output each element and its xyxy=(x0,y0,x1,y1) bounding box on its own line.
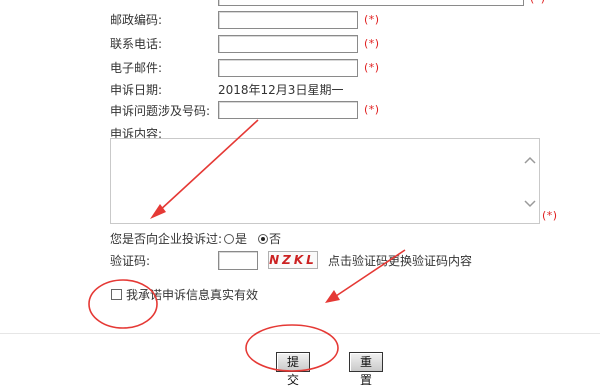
content-required-mark: (*) xyxy=(542,209,558,222)
address-field[interactable] xyxy=(218,0,524,6)
email-field[interactable] xyxy=(218,59,358,77)
phone-field[interactable] xyxy=(218,35,358,53)
reset-button[interactable]: 重 置 xyxy=(349,352,383,387)
date-value: 2018年12月3日星期一 xyxy=(218,83,344,97)
submit-button[interactable]: 提 交 xyxy=(276,352,310,387)
captcha-field[interactable] xyxy=(218,251,258,270)
postcode-label: 邮政编码: xyxy=(110,13,163,27)
pledge-checkbox[interactable] xyxy=(111,289,122,300)
captcha-hint: 点击验证码更换验证码内容 xyxy=(328,254,473,268)
annotation-arrowhead-captcha xyxy=(325,290,340,303)
scroll-up-icon[interactable] xyxy=(524,155,536,165)
postcode-required-mark: (*) xyxy=(364,13,380,26)
radio-yes-label[interactable]: 是 xyxy=(235,231,247,247)
address-required-mark: (*) xyxy=(530,0,546,7)
pledge-label[interactable]: 我承诺申诉信息真实有效 xyxy=(126,287,258,303)
date-label: 申诉日期: xyxy=(110,83,163,97)
issue-number-required-mark: (*) xyxy=(364,103,380,116)
radio-no[interactable] xyxy=(258,234,268,244)
email-required-mark: (*) xyxy=(364,61,380,74)
captcha-label: 验证码: xyxy=(110,254,151,268)
scroll-down-icon[interactable] xyxy=(524,199,536,209)
captcha-image[interactable]: NZKL xyxy=(268,251,318,269)
radio-yes[interactable] xyxy=(224,234,234,244)
phone-label: 联系电话: xyxy=(110,37,163,51)
issue-number-label: 申诉问题涉及号码: xyxy=(110,104,211,118)
divider xyxy=(0,333,600,334)
email-label: 电子邮件: xyxy=(110,61,163,75)
radio-no-label[interactable]: 否 xyxy=(269,231,281,247)
phone-required-mark: (*) xyxy=(364,37,380,50)
issue-number-field[interactable] xyxy=(218,101,358,119)
content-textarea[interactable] xyxy=(110,138,540,224)
complained-label: 您是否向企业投诉过: xyxy=(110,232,223,246)
postcode-field[interactable] xyxy=(218,11,358,29)
